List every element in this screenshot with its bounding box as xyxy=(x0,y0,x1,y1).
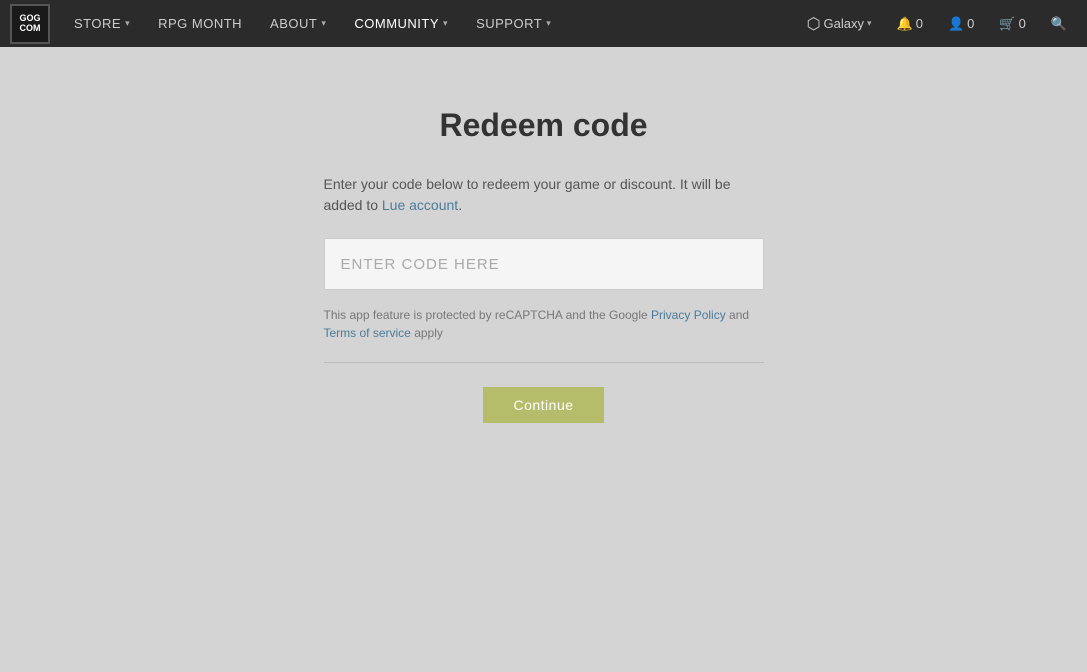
chevron-down-icon: ▾ xyxy=(443,18,448,29)
user-icon: 👤 xyxy=(948,16,964,32)
chevron-down-icon: ▾ xyxy=(546,18,551,29)
main-content: Redeem code Enter your code below to red… xyxy=(0,47,1087,423)
recaptcha-text: This app feature is protected by reCAPTC… xyxy=(324,306,764,342)
nav-item-community[interactable]: COMMUNITY ▾ xyxy=(340,0,462,47)
logo-text: GOG COM xyxy=(19,14,40,34)
code-input[interactable] xyxy=(324,238,764,290)
chevron-down-icon: ▾ xyxy=(867,18,872,29)
account-button[interactable]: 👤 0 xyxy=(938,0,984,47)
nav-item-rpgmonth[interactable]: RPG MONTH xyxy=(144,0,256,47)
navigation: GOG COM STORE ▾ RPG MONTH ABOUT ▾ COMMUN… xyxy=(0,0,1087,47)
nav-items: STORE ▾ RPG MONTH ABOUT ▾ COMMUNITY ▾ SU… xyxy=(60,0,797,47)
redeem-container: Enter your code below to redeem your gam… xyxy=(324,174,764,423)
bell-icon: 🔔 xyxy=(897,16,913,32)
terms-link[interactable]: Terms of service xyxy=(324,326,411,340)
account-link[interactable]: Lue account xyxy=(382,197,458,213)
recaptcha-part1: This app feature is protected by reCAPTC… xyxy=(324,308,652,322)
cart-icon: 🛒 xyxy=(999,16,1015,32)
divider xyxy=(324,362,764,363)
page-title: Redeem code xyxy=(439,107,647,144)
search-button[interactable]: 🔍 xyxy=(1041,0,1077,47)
account-count: 0 xyxy=(967,16,974,31)
chevron-down-icon: ▾ xyxy=(321,18,326,29)
chevron-down-icon: ▾ xyxy=(125,18,130,29)
privacy-policy-link[interactable]: Privacy Policy xyxy=(651,308,726,322)
galaxy-label: Galaxy xyxy=(824,16,864,31)
continue-button[interactable]: Continue xyxy=(483,387,603,423)
notifications-count: 0 xyxy=(916,16,923,31)
logo[interactable]: GOG COM xyxy=(10,4,50,44)
apply-text: apply xyxy=(411,326,443,340)
search-icon: 🔍 xyxy=(1051,16,1067,32)
cart-count: 0 xyxy=(1019,16,1026,31)
nav-item-support[interactable]: SUPPORT ▾ xyxy=(462,0,565,47)
nav-item-about[interactable]: ABOUT ▾ xyxy=(256,0,340,47)
nav-right: ⬡ Galaxy ▾ 🔔 0 👤 0 🛒 0 🔍 xyxy=(797,0,1077,47)
and-text: and xyxy=(726,308,749,322)
cart-button[interactable]: 🛒 0 xyxy=(989,0,1035,47)
galaxy-button[interactable]: ⬡ Galaxy ▾ xyxy=(797,0,882,47)
nav-item-store[interactable]: STORE ▾ xyxy=(60,0,144,47)
galaxy-icon: ⬡ xyxy=(807,14,821,34)
description-text: Enter your code below to redeem your gam… xyxy=(324,174,764,216)
notifications-button[interactable]: 🔔 0 xyxy=(887,0,933,47)
